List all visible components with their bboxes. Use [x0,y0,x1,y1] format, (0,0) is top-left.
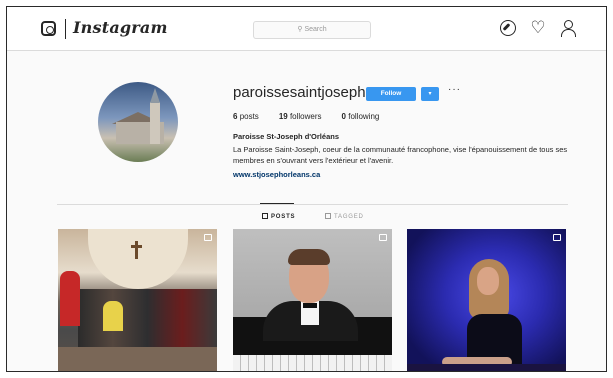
instagram-camera-icon[interactable] [41,21,56,36]
top-navigation-bar: Instagram ⚲ Search ♡ [7,7,606,51]
church-arch [88,229,188,289]
stage-floor [407,364,566,371]
tabs-divider [57,204,568,205]
tab-tagged-label: TAGGED [334,214,364,220]
posts-stat: 6 posts [233,112,259,121]
profile-avatar[interactable] [98,82,178,162]
piano-keys [233,355,392,371]
post-thumbnail-pianist[interactable] [233,229,392,371]
post-thumbnail-mass[interactable] [58,229,217,371]
church-floor [58,347,217,371]
profile-username: paroissesaintjoseph [233,84,366,101]
compass-icon[interactable] [500,20,516,36]
multiple-photos-icon [553,234,561,241]
singer-face [477,267,499,295]
church-tower [150,102,160,144]
following-stat[interactable]: 0 following [342,112,380,121]
logo-divider [65,19,66,39]
search-input[interactable]: ⚲ Search [253,21,371,39]
priest-figure [60,271,80,326]
multiple-photos-icon [204,234,212,241]
following-count: 0 [341,112,346,121]
pianist-hair [288,249,330,265]
post-thumbnail-singer[interactable] [407,229,566,371]
following-stat-label: following [348,112,380,121]
tab-posts-label: POSTS [271,214,296,220]
bow-tie [303,303,317,308]
profile-icon[interactable] [560,20,576,37]
bio-text: La Paroisse Saint-Joseph, coeur de la co… [233,145,568,165]
followers-count: 19 [278,112,288,121]
suggestions-dropdown-button[interactable]: ▾ [421,87,439,101]
followers-stat[interactable]: 19 followers [279,112,322,121]
tag-icon [325,213,331,219]
search-placeholder: Search [304,26,327,33]
heart-icon[interactable]: ♡ [530,19,546,36]
profile-stats: 6 posts 19 followers 0 following [233,112,379,121]
browser-frame: Instagram ⚲ Search ♡ paroissesaintjoseph … [6,6,607,372]
instagram-wordmark[interactable]: Instagram [73,18,168,37]
more-options-icon[interactable]: ··· [448,84,461,95]
crucifix [131,241,142,259]
posts-count: 6 [233,112,238,121]
search-icon: ⚲ [297,26,303,33]
active-tab-indicator [260,203,294,204]
posts-stat-label: posts [239,112,259,121]
bio-link[interactable]: www.stjosephorleans.ca [233,170,320,179]
bio-name: Paroisse St-Joseph d'Orléans [233,132,339,141]
follow-button[interactable]: Follow [366,87,416,101]
tab-tagged[interactable]: TAGGED [325,213,364,220]
followers-stat-label: followers [289,112,322,121]
grid-icon [262,213,268,219]
person-yellow [103,301,123,331]
multiple-photos-icon [379,234,387,241]
tab-posts[interactable]: POSTS [262,213,295,220]
nav-icon-group: ♡ [500,19,576,37]
church-spire [150,88,160,103]
